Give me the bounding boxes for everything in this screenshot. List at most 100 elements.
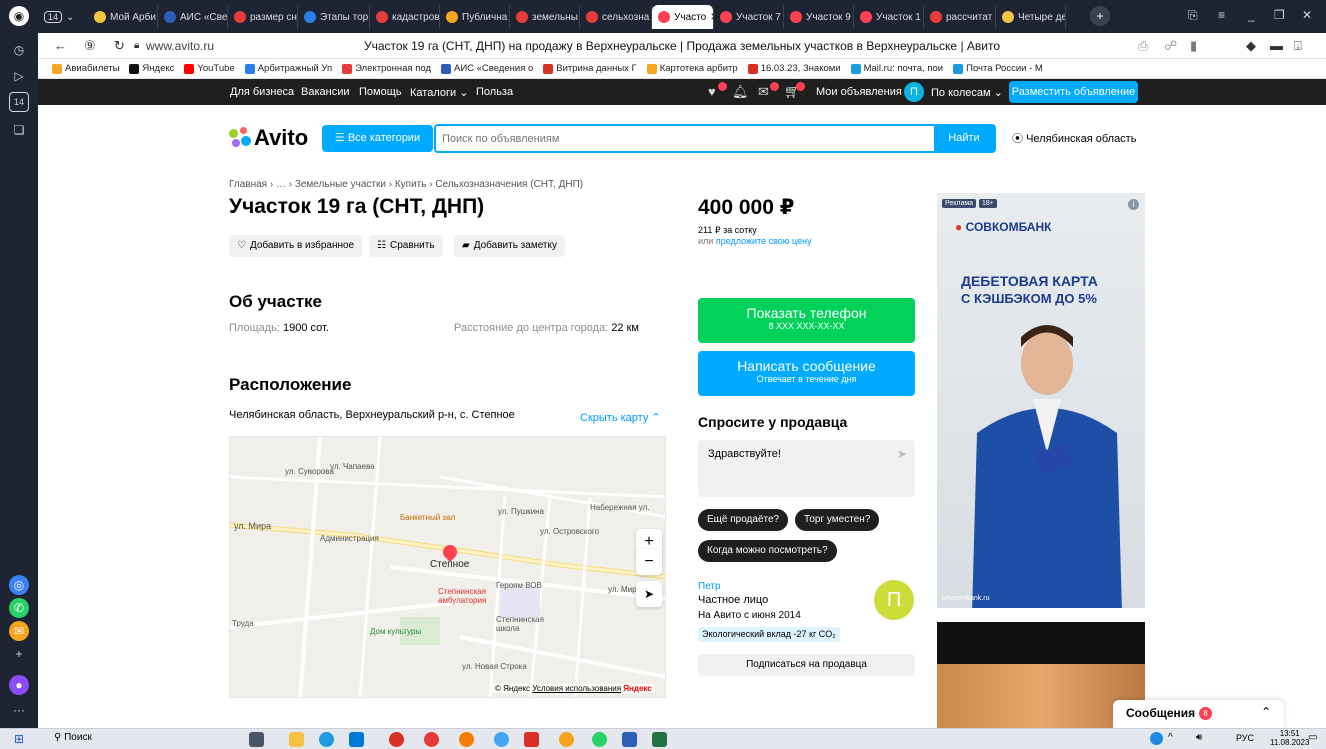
share-icon[interactable]: ⎙ [1138, 38, 1148, 54]
more-icon[interactable]: ··· [9, 700, 29, 720]
reader-icon[interactable]: ☍ [1164, 38, 1177, 54]
task-view-icon[interactable] [249, 732, 264, 747]
nav-benefit-link[interactable]: Польза [476, 86, 513, 98]
breadcrumb[interactable]: Главная › … › Земельные участки › Купить… [229, 179, 583, 190]
show-phone-button[interactable]: Показать телефон 8 XXX XXX-XX-XX [698, 298, 915, 343]
hide-map-link[interactable]: Скрыть карту ⌃ [580, 411, 661, 424]
new-tab-button[interactable]: + [1090, 6, 1110, 26]
close-window-icon[interactable]: ✕ [1302, 8, 1312, 22]
browser-tab[interactable]: АИС «Све [158, 5, 228, 29]
seller-name-link[interactable]: Петр [698, 581, 721, 592]
yandex-browser-icon[interactable] [424, 732, 439, 747]
store-icon[interactable] [349, 732, 364, 747]
map-terms-link[interactable]: Условия использования [532, 684, 621, 693]
history-icon[interactable]: ◷ [9, 40, 29, 60]
explorer-icon[interactable] [289, 732, 304, 747]
bookmark-item[interactable]: Электронная под [342, 63, 431, 74]
browser-tab[interactable]: размер сн [228, 5, 298, 29]
region-selector[interactable]: ⦿ Челябинская область [1012, 130, 1136, 146]
all-categories-button[interactable]: ☰ Все категории [322, 125, 433, 152]
subscribe-seller-button[interactable]: Подписаться на продавца [698, 654, 915, 676]
bookmark-item[interactable]: Авиабилеты [52, 63, 119, 74]
add-note-button[interactable]: ▰ Добавить заметку [454, 235, 565, 257]
help-icon[interactable] [1150, 732, 1163, 745]
browser-tab[interactable]: Мой Арби [88, 5, 158, 29]
geolocation-button[interactable]: ➤ [636, 581, 662, 607]
ad-banner[interactable]: Реклама 18+ i ● СОВКОМБАНК ДЕБЕТОВАЯ КАР… [937, 193, 1145, 608]
bookmark-manager-icon[interactable]: ⎘ [1188, 8, 1198, 23]
edge-icon[interactable] [319, 732, 334, 747]
bookmark-item[interactable]: Арбитражный Уп [244, 63, 332, 74]
word-icon[interactable] [622, 732, 637, 747]
nav-business-link[interactable]: Для бизнеса [230, 86, 294, 98]
restore-icon[interactable]: ❐ [1274, 8, 1285, 22]
app3-icon[interactable] [559, 732, 574, 747]
chevron-up-icon[interactable]: ⌃ [1261, 705, 1271, 719]
send-icon[interactable]: ➤ [897, 447, 907, 461]
write-message-button[interactable]: Написать сообщение Отвечает в течение дн… [698, 351, 915, 396]
bookmark-item[interactable]: Картотека арбитр [646, 63, 738, 74]
bookmark-item[interactable]: Почта России - М [953, 63, 1043, 74]
browser-logo-icon[interactable]: ◉ [9, 6, 29, 26]
user-avatar[interactable]: П [904, 82, 924, 102]
downloads-icon[interactable]: ⍗ [1294, 38, 1302, 54]
browser-tab[interactable]: сельхозна [580, 5, 652, 29]
browser-tab[interactable]: Четыре де [996, 5, 1066, 29]
compare-button[interactable]: ☷ Сравнить [369, 235, 443, 257]
app2-icon[interactable] [524, 732, 539, 747]
nav-vacancies-link[interactable]: Вакансии [301, 86, 350, 98]
browser-tab[interactable]: Участок 1 [854, 5, 924, 29]
add-panel-icon[interactable]: + [9, 644, 29, 664]
extension-icon[interactable]: ◆ [1246, 38, 1256, 54]
user-menu[interactable]: По колесам ⌄ [931, 86, 1003, 99]
add-favorite-button[interactable]: ♡ Добавить в избранное [229, 235, 363, 257]
browser-tab[interactable]: Участо✕ [652, 5, 714, 29]
ask-seller-input[interactable]: Здравствуйте! ➤ [698, 440, 915, 497]
menu-icon[interactable]: ≡ [1218, 8, 1225, 22]
location-map[interactable]: ул. Суворова ул. Чапаева Банкетный зал у… [229, 436, 666, 698]
messages-widget[interactable]: Сообщения 8 ⌃ [1113, 700, 1284, 728]
search-button[interactable]: Найти [934, 126, 994, 151]
browser-tab[interactable]: Публична [440, 5, 510, 29]
app-icon[interactable] [494, 732, 509, 747]
tray-up-icon[interactable]: ^ [1168, 732, 1173, 743]
quick-question-chip[interactable]: Ещё продаёте? [698, 509, 789, 531]
whatsapp-icon[interactable]: ✆ [9, 598, 29, 618]
bookmark-item[interactable]: 16.03.23, Знакоми [747, 63, 841, 74]
taskbar-search[interactable]: ⚲ Поиск [54, 732, 92, 743]
browser-tab[interactable]: кадастров [370, 5, 440, 29]
search-input[interactable] [442, 131, 932, 147]
seller-avatar[interactable]: П [874, 580, 914, 620]
mail-icon[interactable]: ✉ [9, 621, 29, 641]
tabs-count-icon[interactable]: 14 [9, 92, 29, 112]
notifications-icon[interactable]: 🔔︎ [732, 84, 749, 99]
zoom-out-button[interactable]: − [636, 549, 662, 575]
quick-question-chip[interactable]: Когда можно посмотреть? [698, 540, 837, 562]
browser-tab[interactable]: рассчитат [924, 5, 996, 29]
bookmark-item[interactable]: Mail.ru: почта, пои [850, 63, 943, 74]
nav-help-link[interactable]: Помощь [359, 86, 402, 98]
post-ad-button[interactable]: Разместить объявление [1009, 81, 1138, 103]
notifications-tray-icon[interactable]: ▭ [1308, 732, 1317, 743]
browser2-icon[interactable] [459, 732, 474, 747]
browser-tab[interactable]: Этапы тор [298, 5, 370, 29]
clock[interactable]: 13:51 11.08.2023 [1270, 729, 1309, 747]
browser-tab[interactable]: Участок 7 [714, 5, 784, 29]
bookmark-icon[interactable]: ▮ [1190, 38, 1197, 54]
minimize-icon[interactable]: _ [1248, 8, 1255, 22]
bookmark-item[interactable]: АИС «Сведения о [440, 63, 533, 74]
windows-start-icon[interactable]: ⊞ [14, 732, 24, 746]
language-indicator[interactable]: РУС [1236, 733, 1254, 743]
whatsapp-task-icon[interactable] [592, 732, 607, 747]
collections-icon[interactable]: ❏ [9, 120, 29, 140]
quick-question-chip[interactable]: Торг уместен? [795, 509, 880, 531]
browser-tab[interactable]: Участок 9 [784, 5, 854, 29]
bookmark-item[interactable]: Яндекс [129, 63, 174, 74]
alice-icon[interactable]: ● [9, 675, 29, 695]
browser-tab[interactable]: земельны [510, 5, 580, 29]
calculator-icon[interactable] [652, 732, 667, 747]
offer-price-link[interactable]: предложите свою цену [716, 236, 812, 246]
play-icon[interactable]: ▷ [9, 66, 29, 86]
avito-logo[interactable]: Avito [229, 125, 308, 151]
bookmark-item[interactable]: Витрина данных Г [543, 63, 637, 74]
